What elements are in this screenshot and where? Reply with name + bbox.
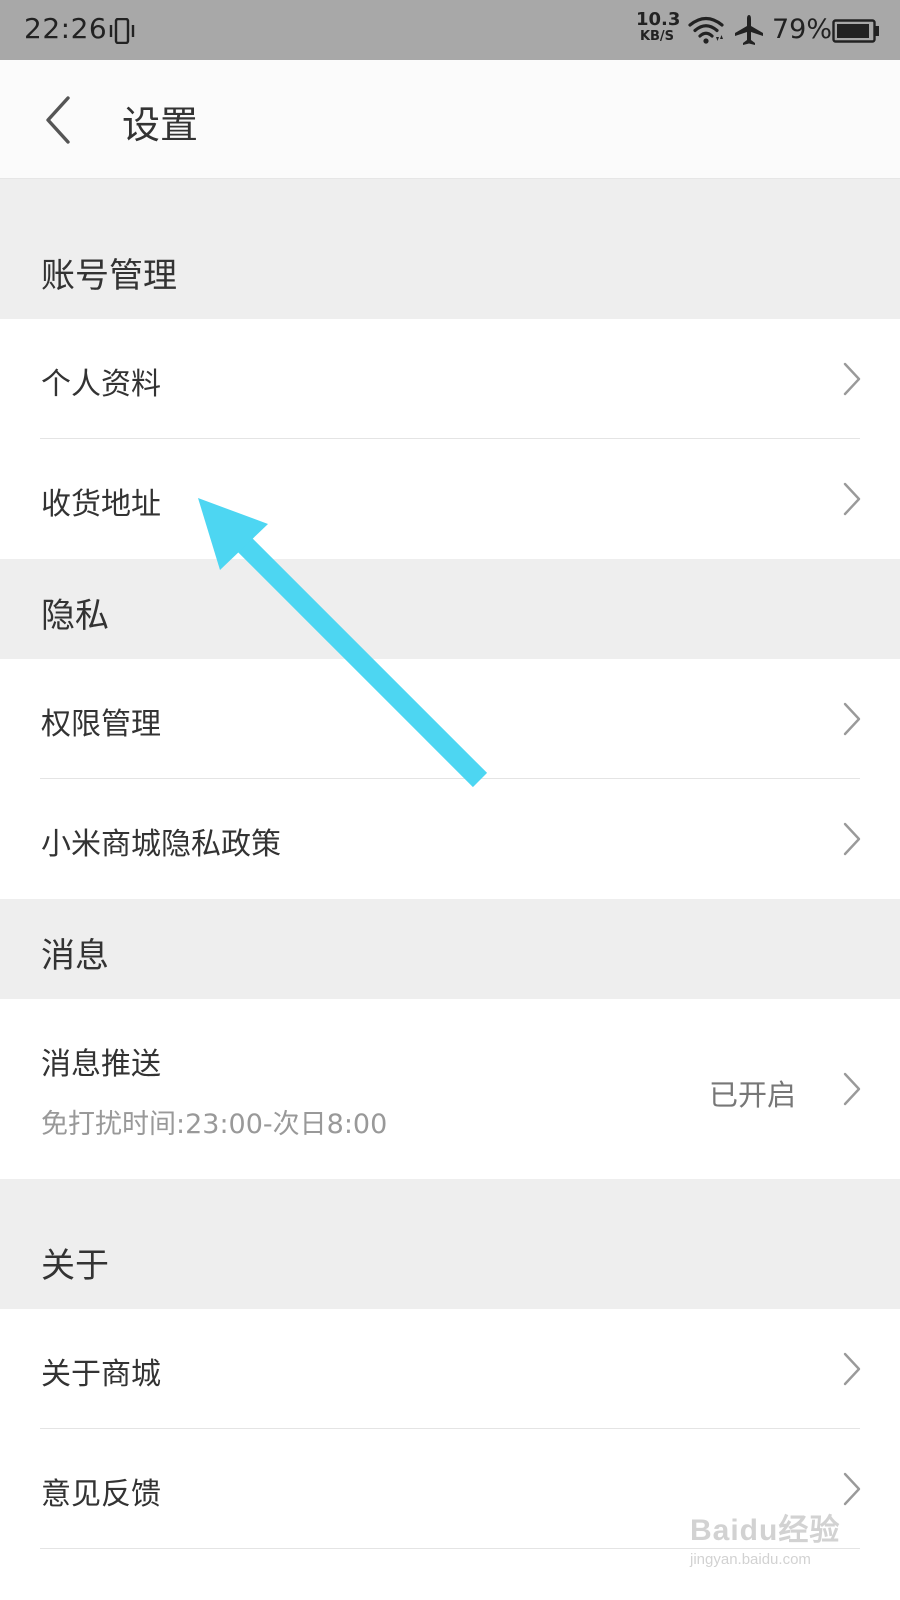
- battery-percent: 79%: [772, 14, 833, 45]
- back-chevron-icon[interactable]: [40, 90, 84, 150]
- section-header-about: 关于: [0, 1179, 900, 1309]
- settings-item-label: 关于商城: [41, 1357, 161, 1392]
- page-title: 设置: [122, 103, 199, 147]
- chevron-right-icon: [843, 1352, 861, 1386]
- settings-item-label: 意见反馈: [41, 1477, 161, 1512]
- settings-list: 账号管理 个人资料 收货地址 隐私 权限管理 小米商城隐私政策 消息 消息推送: [0, 179, 900, 1549]
- dnd-time-subtitle: 免打扰时间:23:00-次日8:00: [41, 1109, 388, 1140]
- chevron-right-icon: [843, 1472, 861, 1506]
- wifi-icon: [688, 16, 724, 44]
- chevron-right-icon: [843, 1072, 861, 1106]
- settings-item-privacy-policy[interactable]: 小米商城隐私政策: [0, 779, 900, 899]
- section-title: 隐私: [41, 596, 109, 636]
- app-header: 设置: [0, 60, 900, 179]
- settings-item-label: 个人资料: [41, 367, 161, 402]
- network-speed-value: 10.3: [636, 9, 681, 30]
- chevron-right-icon: [843, 822, 861, 856]
- section-title: 账号管理: [41, 256, 177, 296]
- chevron-right-icon: [843, 482, 861, 516]
- divider: [40, 1548, 860, 1549]
- section-title: 关于: [41, 1246, 109, 1286]
- chevron-right-icon: [843, 362, 861, 396]
- settings-item-label: 消息推送: [41, 1047, 161, 1082]
- vibrate-icon: [109, 18, 135, 44]
- settings-item-about-store[interactable]: 关于商城: [0, 1309, 900, 1429]
- chevron-right-icon: [843, 702, 861, 736]
- section-header-privacy: 隐私: [0, 559, 900, 659]
- settings-item-shipping-address[interactable]: 收货地址: [0, 439, 900, 559]
- watermark-url: jingyan.baidu.com: [690, 1551, 811, 1568]
- section-header-account: 账号管理: [0, 179, 900, 319]
- network-speed: 10.3 KB/S: [636, 9, 681, 44]
- push-status-value: 已开启: [708, 1078, 796, 1112]
- settings-item-personal-info[interactable]: 个人资料: [0, 319, 900, 439]
- settings-item-label: 权限管理: [41, 707, 161, 742]
- settings-item-label: 收货地址: [41, 487, 161, 522]
- settings-item-feedback[interactable]: 意见反馈: [0, 1429, 900, 1549]
- section-title: 消息: [41, 936, 109, 976]
- airplane-mode-icon: [735, 15, 763, 45]
- section-header-messages: 消息: [0, 899, 900, 999]
- network-speed-unit: KB/S: [639, 29, 675, 44]
- settings-item-label: 小米商城隐私政策: [41, 827, 281, 862]
- status-time: 22:26: [24, 12, 108, 45]
- settings-item-permissions[interactable]: 权限管理: [0, 659, 900, 779]
- status-bar: 22:26 10.3 KB/S 79%: [0, 0, 900, 60]
- battery-icon: [832, 19, 879, 43]
- settings-item-push-notifications[interactable]: 消息推送 免打扰时间:23:00-次日8:00 已开启: [0, 999, 900, 1179]
